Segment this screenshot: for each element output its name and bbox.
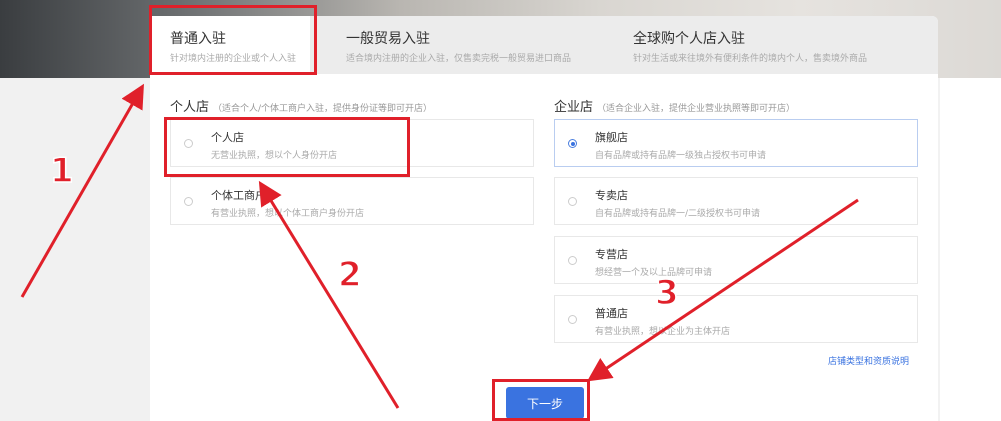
option-specialty-store[interactable]: 专营店 想经营一个及以上品牌可申请 — [554, 236, 918, 284]
tab-general-trade-entry[interactable]: 一般贸易入驻 适合境内注册的企业入驻，仅售卖完税一般贸易进口商品 — [346, 16, 606, 74]
radio-button[interactable] — [568, 315, 577, 324]
option-name: 旗舰店 — [595, 131, 628, 144]
store-type-info-link[interactable]: 店铺类型和资质说明 — [828, 354, 909, 367]
option-name: 普通店 — [595, 307, 628, 320]
option-exclusive-store[interactable]: 专卖店 自有品牌或持有品牌一/二级授权书可申请 — [554, 177, 918, 225]
option-individual-business[interactable]: 个体工商户 有营业执照，想以个体工商户身份开店 — [170, 177, 534, 225]
section-hint: （适合企业入驻，提供企业营业执照等即可开店） — [597, 104, 796, 114]
option-desc: 自有品牌或持有品牌一/二级授权书可申请 — [595, 209, 761, 219]
option-name: 专卖店 — [595, 189, 628, 202]
section-title: 企业店 — [554, 100, 594, 115]
section-hint: （适合个人/个体工商户入驻，提供身份证等即可开店） — [213, 104, 433, 114]
page-background-right — [940, 78, 1001, 421]
option-desc: 自有品牌或持有品牌一级独占授权书可申请 — [595, 151, 767, 161]
tab-title: 普通入驻 — [170, 31, 226, 47]
tab-title: 一般贸易入驻 — [346, 31, 430, 47]
onboarding-panel: 普通入驻 针对境内注册的企业或个人入驻 一般贸易入驻 适合境内注册的企业入驻，仅… — [150, 16, 938, 421]
tab-subtitle: 适合境内注册的企业入驻，仅售卖完税一般贸易进口商品 — [346, 54, 572, 64]
option-name: 专营店 — [595, 248, 628, 261]
page-background — [0, 78, 150, 421]
step-number-3: 3 — [654, 273, 679, 313]
option-name: 个体工商户 — [211, 189, 266, 202]
next-step-button[interactable]: 下一步 — [506, 387, 584, 419]
step-number-1: 1 — [49, 151, 74, 191]
section-title: 个人店 — [170, 100, 210, 115]
tab-subtitle: 针对生活或来往境外有便利条件的境内个人，售卖境外商品 — [633, 54, 868, 64]
option-desc: 想经营一个及以上品牌可申请 — [595, 268, 713, 278]
radio-button[interactable] — [568, 256, 577, 265]
tab-subtitle: 针对境内注册的企业或个人入驻 — [170, 54, 297, 64]
option-flagship-store[interactable]: 旗舰店 自有品牌或持有品牌一级独占授权书可申请 — [554, 119, 918, 167]
enterprise-store-heading: 企业店 （适合企业入驻，提供企业营业执照等即可开店） — [554, 96, 795, 115]
option-desc: 无营业执照，想以个人身份开店 — [211, 151, 338, 161]
option-desc: 有营业执照，想以企业为主体开店 — [595, 327, 731, 337]
option-name: 个人店 — [211, 131, 244, 144]
step-number-2: 2 — [337, 255, 362, 295]
personal-store-heading: 个人店 （适合个人/个体工商户入驻，提供身份证等即可开店） — [170, 96, 432, 115]
tab-title: 全球购个人店入驻 — [633, 31, 745, 47]
tab-global-personal-entry[interactable]: 全球购个人店入驻 针对生活或来往境外有便利条件的境内个人，售卖境外商品 — [633, 16, 933, 74]
option-regular-store[interactable]: 普通店 有营业执照，想以企业为主体开店 — [554, 295, 918, 343]
tab-regular-entry[interactable]: 普通入驻 针对境内注册的企业或个人入驻 — [150, 16, 310, 74]
radio-button[interactable] — [568, 197, 577, 206]
radio-button[interactable] — [184, 197, 193, 206]
option-desc: 有营业执照，想以个体工商户身份开店 — [211, 209, 365, 219]
entry-type-tabs: 普通入驻 针对境内注册的企业或个人入驻 一般贸易入驻 适合境内注册的企业入驻，仅… — [150, 16, 938, 74]
radio-button-selected[interactable] — [568, 139, 577, 148]
option-personal-store[interactable]: 个人店 无营业执照，想以个人身份开店 — [170, 119, 534, 167]
radio-button[interactable] — [184, 139, 193, 148]
